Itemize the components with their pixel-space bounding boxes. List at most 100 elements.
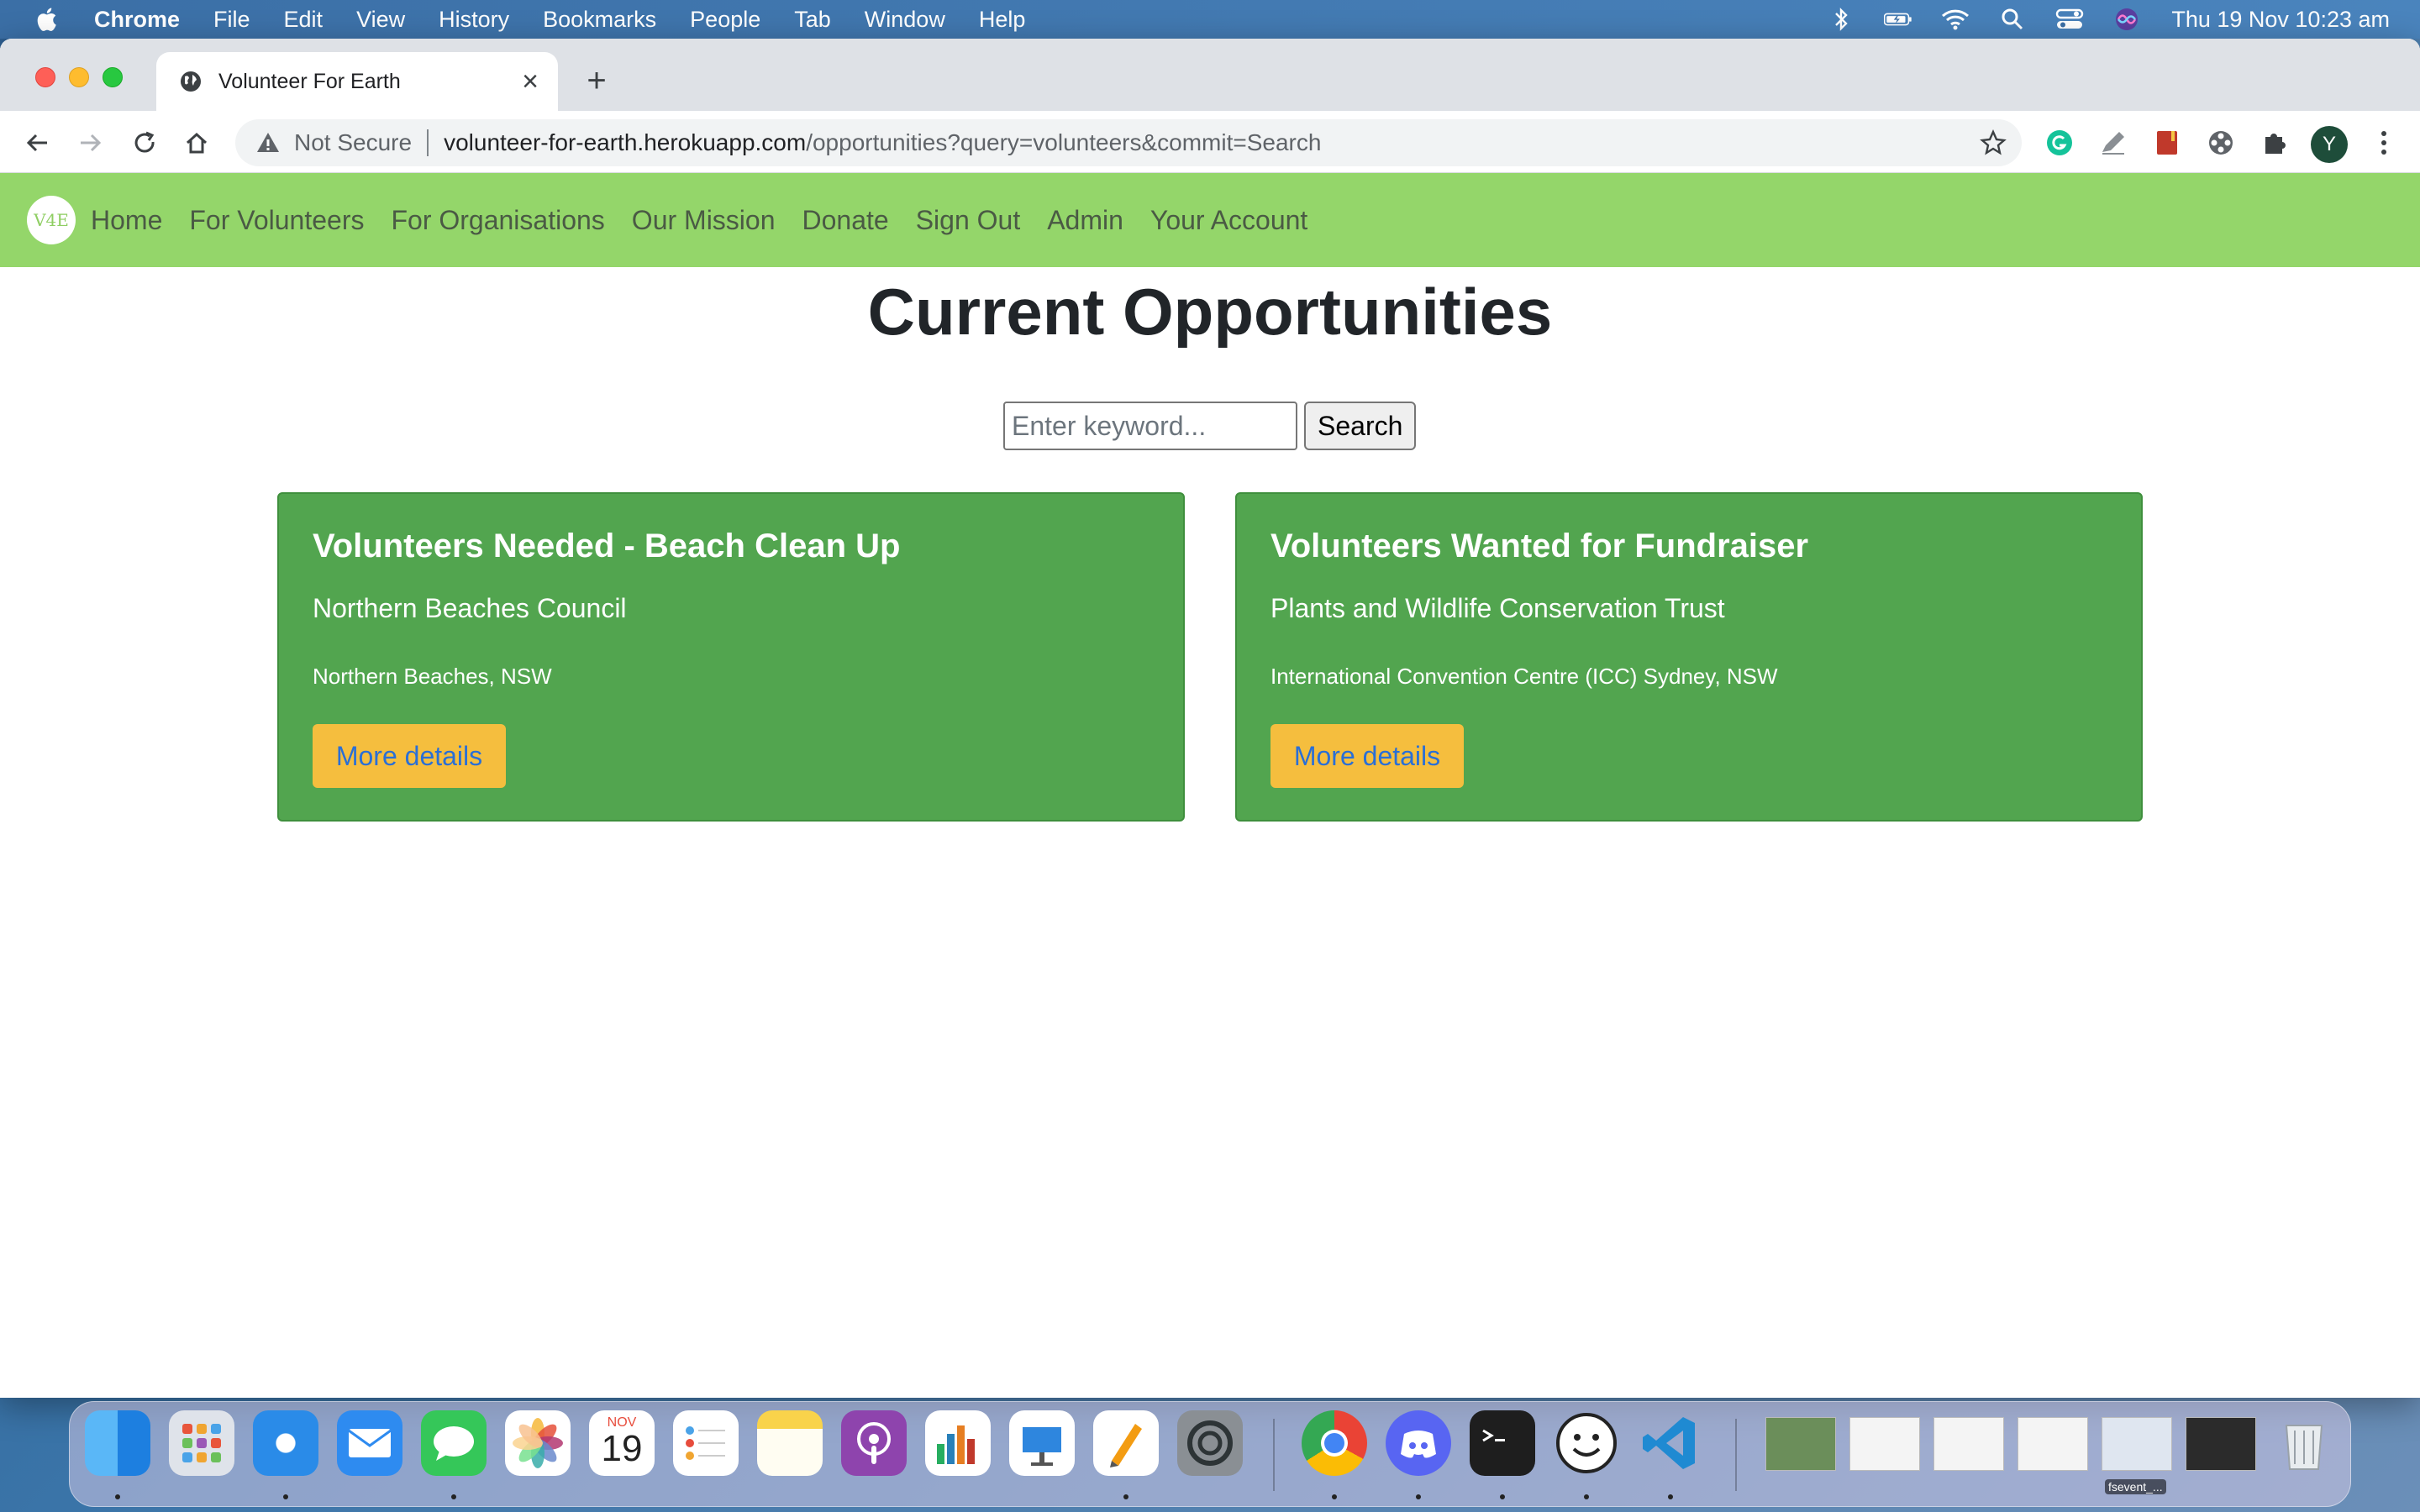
vscode-icon[interactable] (1638, 1410, 1703, 1476)
more-details-button[interactable]: More details (313, 724, 506, 788)
apple-icon[interactable] (34, 5, 62, 34)
messages-icon[interactable] (421, 1410, 487, 1476)
dock-separator (1735, 1419, 1737, 1491)
running-indicator (1123, 1494, 1128, 1499)
tab-strip: Volunteer For Earth × + (0, 39, 2420, 111)
nav-sign-out[interactable]: Sign Out (916, 205, 1021, 236)
launchpad-icon[interactable] (169, 1410, 234, 1476)
minimized-window-thumbnail[interactable] (2186, 1417, 2256, 1471)
menu-edit[interactable]: Edit (284, 7, 324, 33)
page-viewport: V4E Home For Volunteers For Organisation… (0, 173, 2420, 1398)
puzzle-extensions-icon[interactable] (2259, 127, 2291, 159)
siri-icon[interactable] (2112, 7, 2141, 32)
address-bar[interactable]: Not Secure volunteer-for-earth.herokuapp… (235, 119, 2022, 166)
opportunity-title: Volunteers Wanted for Fundraiser (1270, 528, 1809, 564)
mail-icon[interactable] (337, 1410, 402, 1476)
smiley-app-icon[interactable] (1554, 1410, 1619, 1476)
chrome-menu-kebab-icon[interactable] (2368, 127, 2400, 159)
control-center-icon[interactable] (2055, 7, 2084, 32)
menu-app-name[interactable]: Chrome (94, 7, 180, 33)
battery-icon[interactable] (1884, 7, 1912, 32)
macos-menu-bar: Chrome File Edit View History Bookmarks … (0, 0, 2420, 39)
running-indicator (1500, 1494, 1505, 1499)
film-reel-extension-icon[interactable] (2205, 127, 2237, 159)
calendar-icon[interactable]: NOV 19 (589, 1410, 655, 1476)
pages-icon[interactable] (1093, 1410, 1159, 1476)
not-secure-label[interactable]: Not Secure (294, 129, 412, 156)
minimized-window-thumbnail[interactable] (1933, 1417, 2004, 1471)
finder-icon[interactable] (85, 1410, 150, 1476)
minimized-window-thumbnail[interactable] (2018, 1417, 2088, 1471)
page-title: Current Opportunities (867, 275, 1553, 349)
nav-donate[interactable]: Donate (802, 205, 889, 236)
browser-tab-active[interactable]: Volunteer For Earth × (156, 52, 558, 111)
chrome-icon[interactable] (1302, 1410, 1367, 1476)
minimized-window-thumbnail[interactable] (2102, 1417, 2172, 1471)
profile-avatar[interactable]: Y (2311, 126, 2348, 163)
photos-icon[interactable] (505, 1410, 571, 1476)
menu-file[interactable]: File (213, 7, 250, 33)
omnibox-separator (427, 129, 429, 156)
window-close-button[interactable] (35, 67, 55, 87)
forward-arrow-icon[interactable] (74, 126, 108, 160)
running-indicator (1668, 1494, 1673, 1499)
reload-icon[interactable] (128, 126, 161, 160)
home-icon[interactable] (180, 126, 213, 160)
minimized-window-thumbnail[interactable] (1849, 1417, 1920, 1471)
notes-icon[interactable] (757, 1410, 823, 1476)
nav-our-mission[interactable]: Our Mission (632, 205, 776, 236)
spotlight-icon[interactable] (1998, 7, 2027, 32)
menu-history[interactable]: History (439, 7, 509, 33)
nav-your-account[interactable]: Your Account (1150, 205, 1307, 236)
safari-icon[interactable] (253, 1410, 318, 1476)
menu-tab[interactable]: Tab (794, 7, 831, 33)
terminal-icon[interactable] (1470, 1410, 1535, 1476)
menu-window[interactable]: Window (865, 7, 945, 33)
bookmark-star-icon[interactable] (1980, 129, 2007, 156)
discord-icon[interactable] (1386, 1410, 1451, 1476)
pen-extension-icon[interactable] (2097, 127, 2129, 159)
menu-view[interactable]: View (356, 7, 405, 33)
v4e-logo[interactable]: V4E (27, 196, 76, 244)
podcasts-icon[interactable] (841, 1410, 907, 1476)
more-details-button[interactable]: More details (1270, 724, 1464, 788)
numbers-icon[interactable] (925, 1410, 991, 1476)
wifi-icon[interactable] (1941, 7, 1970, 32)
new-tab-plus-icon[interactable]: + (580, 62, 613, 99)
menu-help[interactable]: Help (979, 7, 1026, 33)
opportunity-location: International Convention Centre (ICC) Sy… (1270, 664, 1778, 689)
bluetooth-icon[interactable] (1827, 7, 1855, 32)
menu-bar-clock[interactable]: Thu 19 Nov 10:23 am (2171, 7, 2390, 33)
minimized-window-label: fsevent_... (2105, 1479, 2166, 1494)
warning-triangle-icon[interactable] (255, 130, 281, 155)
tab-close-icon[interactable]: × (518, 66, 543, 97)
search-button[interactable]: Search (1304, 402, 1417, 450)
running-indicator (451, 1494, 456, 1499)
tab-title: Volunteer For Earth (218, 69, 401, 93)
menu-people[interactable]: People (690, 7, 760, 33)
nav-home[interactable]: Home (91, 205, 162, 236)
keyword-search-input[interactable] (1003, 402, 1297, 450)
window-zoom-button[interactable] (103, 67, 123, 87)
keynote-icon[interactable] (1009, 1410, 1075, 1476)
minimized-window-thumbnail[interactable] (1765, 1417, 1836, 1471)
running-indicator (283, 1494, 288, 1499)
nav-admin[interactable]: Admin (1047, 205, 1123, 236)
window-minimize-button[interactable] (69, 67, 89, 87)
trash-icon[interactable] (2271, 1410, 2337, 1476)
opportunity-organisation: Northern Beaches Council (313, 593, 627, 623)
opportunity-location: Northern Beaches, NSW (313, 664, 552, 689)
system-preferences-gear-icon[interactable] (1177, 1410, 1243, 1476)
nav-for-organisations[interactable]: For Organisations (391, 205, 604, 236)
grammarly-extension-icon[interactable] (2044, 127, 2075, 159)
browser-window: Volunteer For Earth × + Not Secure volun… (0, 39, 2420, 1398)
book-extension-icon[interactable] (2151, 127, 2183, 159)
back-arrow-icon[interactable] (20, 126, 54, 160)
menu-bookmarks[interactable]: Bookmarks (543, 7, 656, 33)
running-indicator (1416, 1494, 1421, 1499)
running-indicator (1332, 1494, 1337, 1499)
nav-for-volunteers[interactable]: For Volunteers (189, 205, 364, 236)
reminders-icon[interactable] (673, 1410, 739, 1476)
opportunity-organisation: Plants and Wildlife Conservation Trust (1270, 593, 1725, 623)
macos-dock: NOV 19 fsevent_... (69, 1401, 2351, 1507)
